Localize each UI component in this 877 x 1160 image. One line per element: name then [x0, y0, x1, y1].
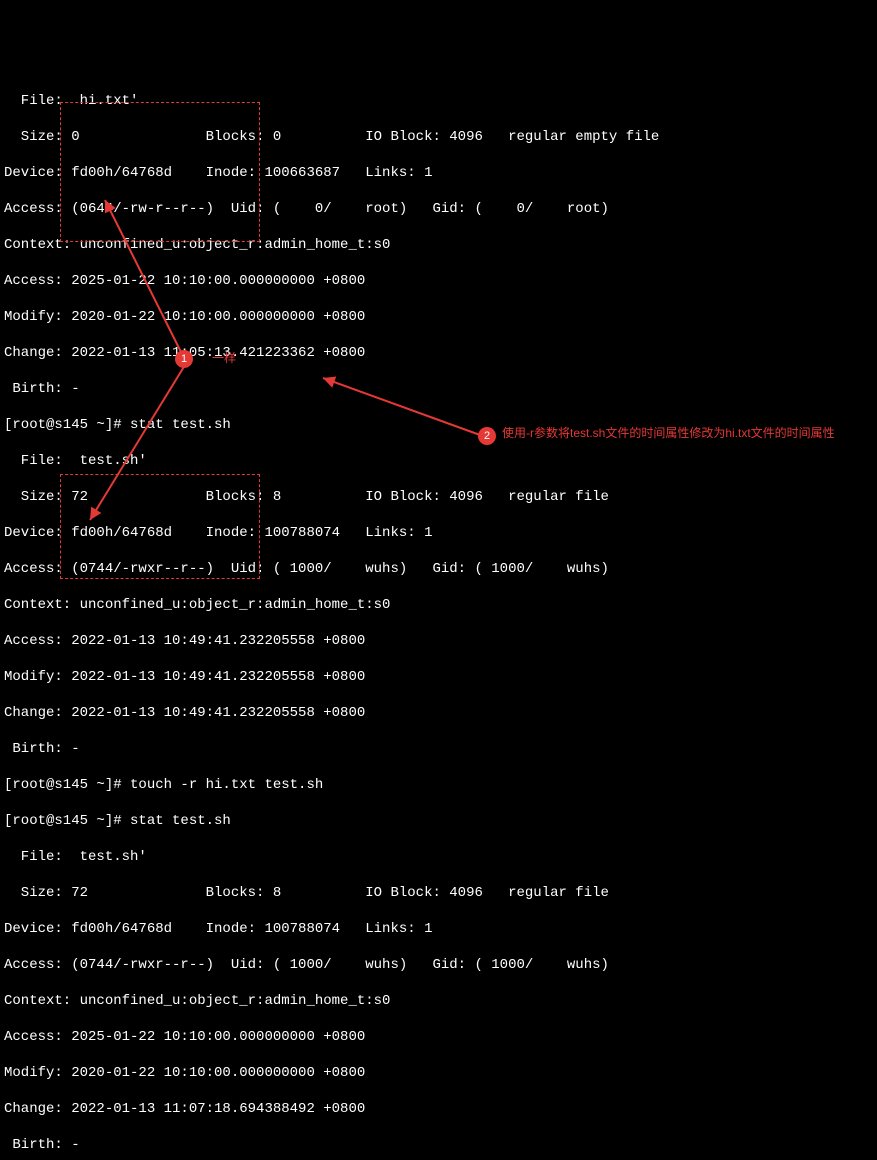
- terminal-line: Device: fd00h/64768d Inode: 100788074 Li…: [4, 524, 873, 542]
- terminal-line: Size: 72 Blocks: 8 IO Block: 4096 regula…: [4, 884, 873, 902]
- terminal-line: Context: unconfined_u:object_r:admin_hom…: [4, 992, 873, 1010]
- terminal-line: Change: 2022-01-13 10:49:41.232205558 +0…: [4, 704, 873, 722]
- terminal-line: Change: 2022-01-13 11:07:18.694388492 +0…: [4, 1100, 873, 1118]
- terminal-line: Access: (0644/-rw-r--r--) Uid: ( 0/ root…: [4, 200, 873, 218]
- terminal-line: Context: unconfined_u:object_r:admin_hom…: [4, 596, 873, 614]
- annotation-marker-2: 2: [478, 427, 496, 445]
- terminal-line: Modify: 2022-01-13 10:49:41.232205558 +0…: [4, 668, 873, 686]
- terminal-line: Size: 0 Blocks: 0 IO Block: 4096 regular…: [4, 128, 873, 146]
- terminal-line: [root@s145 ~]# touch -r hi.txt test.sh: [4, 776, 873, 794]
- terminal-line: Size: 72 Blocks: 8 IO Block: 4096 regula…: [4, 488, 873, 506]
- terminal-line: Device: fd00h/64768d Inode: 100663687 Li…: [4, 164, 873, 182]
- terminal-line: Birth: -: [4, 1136, 873, 1154]
- terminal-line: File: test.sh': [4, 452, 873, 470]
- terminal-line: Change: 2022-01-13 11:05:13.421223362 +0…: [4, 344, 873, 362]
- marker-number: 1: [181, 350, 187, 368]
- terminal-line: Birth: -: [4, 380, 873, 398]
- annotation-text-same: 一样: [212, 350, 236, 366]
- terminal-line: Modify: 2020-01-22 10:10:00.000000000 +0…: [4, 308, 873, 326]
- terminal-line: Modify: 2020-01-22 10:10:00.000000000 +0…: [4, 1064, 873, 1082]
- terminal-line: Access: (0744/-rwxr--r--) Uid: ( 1000/ w…: [4, 956, 873, 974]
- terminal-line: File: test.sh': [4, 848, 873, 866]
- annotation-text-explanation: 使用-r参数将test.sh文件的时间属性修改为hi.txt文件的时间属性: [502, 425, 852, 441]
- terminal-output: File: hi.txt' Size: 0 Blocks: 0 IO Block…: [4, 74, 873, 1160]
- annotation-marker-1: 1: [175, 350, 193, 368]
- terminal-line: Access: 2025-01-22 10:10:00.000000000 +0…: [4, 1028, 873, 1046]
- terminal-line: File: hi.txt': [4, 92, 873, 110]
- terminal-line: Device: fd00h/64768d Inode: 100788074 Li…: [4, 920, 873, 938]
- marker-number: 2: [484, 427, 490, 445]
- terminal-line: Access: 2022-01-13 10:49:41.232205558 +0…: [4, 632, 873, 650]
- terminal-line: [root@s145 ~]# stat test.sh: [4, 812, 873, 830]
- terminal-line: Access: (0744/-rwxr--r--) Uid: ( 1000/ w…: [4, 560, 873, 578]
- terminal-line: Context: unconfined_u:object_r:admin_hom…: [4, 236, 873, 254]
- terminal-line: Birth: -: [4, 740, 873, 758]
- terminal-line: Access: 2025-01-22 10:10:00.000000000 +0…: [4, 272, 873, 290]
